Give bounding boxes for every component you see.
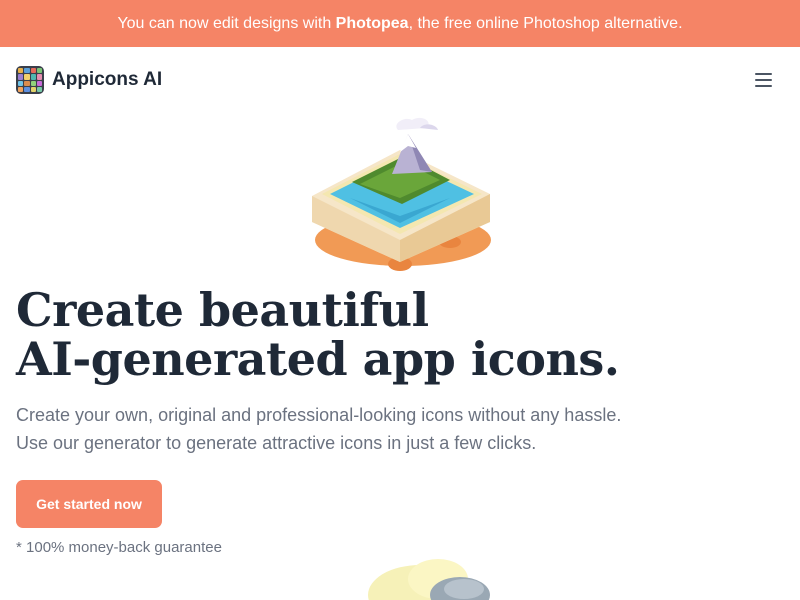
site-header: Appicons AI (0, 47, 800, 113)
subtitle-line-2: Use our generator to generate attractive… (16, 433, 537, 453)
hero-subtitle: Create your own, original and profession… (16, 401, 621, 457)
isometric-cloud-icon (368, 559, 490, 600)
subtitle-line-1: Create your own, original and profession… (16, 405, 622, 425)
headline-line-1: Create beautiful (16, 283, 429, 337)
banner-text-prefix: You can now edit designs with (117, 14, 336, 32)
brand-name[interactable]: Appicons AI (52, 68, 162, 92)
hero-headline: Create beautiful AI-generated app icons. (16, 283, 620, 386)
photopea-link[interactable]: Photopea (336, 15, 409, 33)
isometric-mountain-island-icon (312, 117, 491, 271)
money-back-note: * 100% money-back guarantee (16, 539, 222, 556)
get-started-button[interactable]: Get started now (16, 480, 162, 528)
app-grid-icon[interactable] (16, 66, 44, 94)
hamburger-menu-icon[interactable] (752, 70, 776, 90)
announcement-banner[interactable]: You can now edit designs with Photopea ,… (0, 0, 800, 47)
headline-line-2: AI-generated app icons. (16, 332, 620, 386)
banner-text-suffix: , the free online Photoshop alternative. (408, 14, 683, 32)
